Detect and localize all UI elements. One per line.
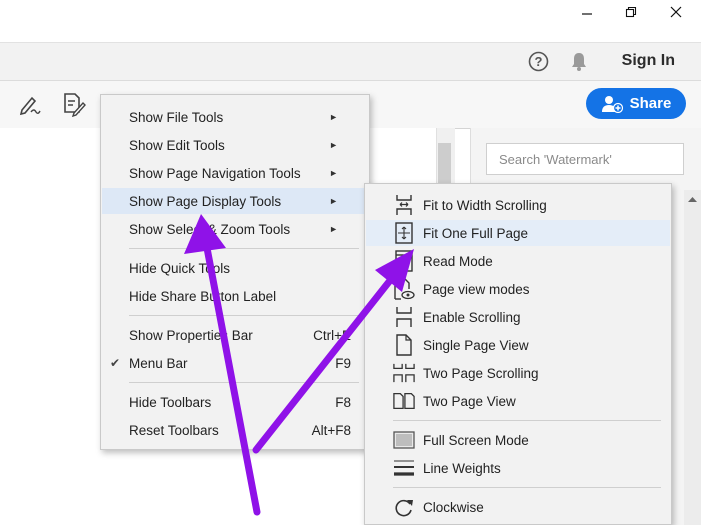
line-weights-icon [393, 457, 415, 479]
share-button[interactable]: Share [586, 88, 686, 119]
fit-width-scrolling-icon [393, 194, 415, 216]
menu-item-label: Enable Scrolling [423, 309, 521, 325]
menu-item-hide-toolbars[interactable]: Hide Toolbars F8 [102, 389, 368, 415]
menu-separator [393, 487, 661, 488]
menu-separator [129, 248, 359, 249]
menu-item-single-page-view[interactable]: Single Page View [366, 332, 670, 358]
menu-item-show-page-display-tools[interactable]: Show Page Display Tools ► [102, 188, 368, 214]
help-glyph: ? [534, 54, 543, 69]
menu-separator [129, 382, 359, 383]
menu-item-label: Clockwise [423, 499, 484, 515]
enable-scrolling-icon [393, 306, 415, 328]
submenu-arrow-icon: ► [329, 196, 338, 206]
minimize-button[interactable] [564, 0, 610, 24]
menu-item-two-page-view[interactable]: Two Page View [366, 388, 670, 414]
submenu-arrow-icon: ► [329, 112, 338, 122]
page-view-modes-icon [393, 278, 415, 300]
bell-icon [572, 53, 586, 71]
header-bar [0, 42, 701, 81]
edit-pdf-tool[interactable] [61, 91, 87, 118]
menu-item-label: Full Screen Mode [423, 432, 529, 448]
two-page-scrolling-icon [393, 362, 415, 384]
menu-item-label: Show Page Display Tools [129, 193, 282, 209]
menu-item-show-page-navigation-tools[interactable]: Show Page Navigation Tools ► [102, 160, 368, 186]
menu-item-label: Two Page Scrolling [423, 365, 539, 381]
help-button[interactable]: ? [528, 51, 549, 72]
menu-item-two-page-scrolling[interactable]: Two Page Scrolling [366, 360, 670, 386]
restore-button[interactable] [608, 0, 654, 24]
read-mode-icon [393, 250, 415, 272]
clockwise-icon [393, 496, 415, 518]
menu-item-show-edit-tools[interactable]: Show Edit Tools ► [102, 132, 368, 158]
menu-item-hide-quick-tools[interactable]: Hide Quick Tools [102, 255, 368, 281]
full-screen-icon [393, 429, 415, 451]
menu-item-show-file-tools[interactable]: Show File Tools ► [102, 104, 368, 130]
menu-item-label: Single Page View [423, 337, 529, 353]
minimize-icon [582, 13, 592, 15]
menu-item-label: Hide Share Button Label [129, 288, 277, 304]
menu-item-reset-toolbars[interactable]: Reset Toolbars Alt+F8 [102, 417, 368, 443]
two-page-view-icon [393, 390, 415, 412]
menu-item-label: Line Weights [423, 460, 501, 476]
tools-search-input[interactable] [486, 143, 684, 175]
menu-item-shortcut: F9 [335, 355, 351, 371]
menu-item-label: Fit One Full Page [423, 225, 529, 241]
toolbar-context-menu: Show File Tools ► Show Edit Tools ► Show… [100, 94, 370, 450]
menu-separator [393, 420, 661, 421]
pen-sign-icon [19, 96, 41, 116]
menu-item-label: Show Page Navigation Tools [129, 165, 301, 181]
menu-item-shortcut: Ctrl+E [313, 327, 351, 343]
menu-separator [129, 315, 359, 316]
menu-item-label: Hide Quick Tools [129, 260, 231, 276]
menu-item-hide-share-button-label[interactable]: Hide Share Button Label [102, 283, 368, 309]
menu-item-label: Show Edit Tools [129, 137, 225, 153]
tools-pane-scrollbar[interactable] [684, 190, 701, 525]
menu-item-fit-one-full-page[interactable]: Fit One Full Page [366, 220, 670, 246]
menu-item-shortcut: Alt+F8 [311, 422, 351, 438]
menu-item-line-weights[interactable]: Line Weights [366, 455, 670, 481]
edit-document-icon [64, 93, 86, 118]
menu-item-label: Menu Bar [129, 355, 188, 371]
menu-item-label: Hide Toolbars [129, 394, 212, 410]
menu-item-fit-to-width-scrolling[interactable]: Fit to Width Scrolling [366, 192, 670, 218]
notifications-button[interactable] [569, 51, 589, 72]
menu-item-page-view-modes[interactable]: Page view modes [366, 276, 670, 302]
menu-item-read-mode[interactable]: Read Mode [366, 248, 670, 274]
menu-item-shortcut: F8 [335, 394, 351, 410]
restore-icon [625, 6, 637, 18]
menu-item-label: Read Mode [423, 253, 493, 269]
menu-item-label: Page view modes [423, 281, 530, 297]
checkmark-icon: ✔ [110, 356, 121, 370]
menu-item-show-properties-bar[interactable]: Show Properties Bar Ctrl+E [102, 322, 368, 348]
menu-item-label: Fit to Width Scrolling [423, 197, 547, 213]
menu-item-label: Reset Toolbars [129, 422, 219, 438]
submenu-arrow-icon: ► [329, 224, 338, 234]
fit-full-page-icon [393, 222, 415, 244]
menu-item-clockwise[interactable]: Clockwise [366, 494, 670, 520]
title-bar [0, 0, 701, 42]
single-page-icon [393, 334, 415, 356]
fill-sign-tool[interactable] [18, 92, 42, 116]
menu-item-show-select-zoom-tools[interactable]: Show Select & Zoom Tools ► [102, 216, 368, 242]
scroll-up-icon [688, 197, 697, 202]
submenu-arrow-icon: ► [329, 168, 338, 178]
menu-item-label: Two Page View [423, 393, 516, 409]
menu-item-menu-bar[interactable]: ✔ Menu Bar F9 [102, 350, 368, 376]
sign-in-link[interactable]: Sign In [622, 52, 675, 70]
close-icon [670, 6, 682, 18]
close-button[interactable] [653, 0, 699, 24]
add-user-icon [601, 95, 623, 113]
page-display-tools-submenu: Fit to Width Scrolling Fit One Full Page… [364, 183, 672, 525]
menu-item-enable-scrolling[interactable]: Enable Scrolling [366, 304, 670, 330]
submenu-arrow-icon: ► [329, 140, 338, 150]
share-label: Share [629, 95, 672, 112]
menu-item-label: Show Select & Zoom Tools [129, 221, 291, 237]
menu-item-label: Show Properties Bar [129, 327, 253, 343]
menu-item-full-screen-mode[interactable]: Full Screen Mode [366, 427, 670, 453]
menu-item-label: Show File Tools [129, 109, 224, 125]
